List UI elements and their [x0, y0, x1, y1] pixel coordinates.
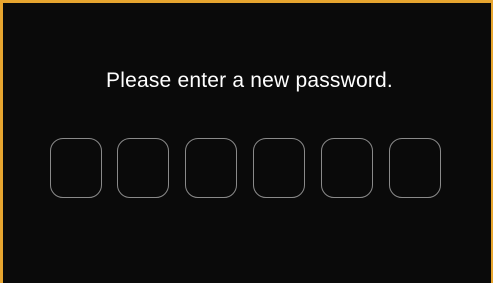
pin-digit-1[interactable]: [50, 138, 102, 198]
pin-digit-2[interactable]: [117, 138, 169, 198]
password-prompt: Please enter a new password.: [106, 69, 393, 92]
pin-input-group: [50, 138, 441, 198]
pin-digit-3[interactable]: [185, 138, 237, 198]
pin-digit-5[interactable]: [321, 138, 373, 198]
pin-digit-6[interactable]: [389, 138, 441, 198]
pin-digit-4[interactable]: [253, 138, 305, 198]
password-entry-screen: Please enter a new password.: [0, 0, 493, 283]
